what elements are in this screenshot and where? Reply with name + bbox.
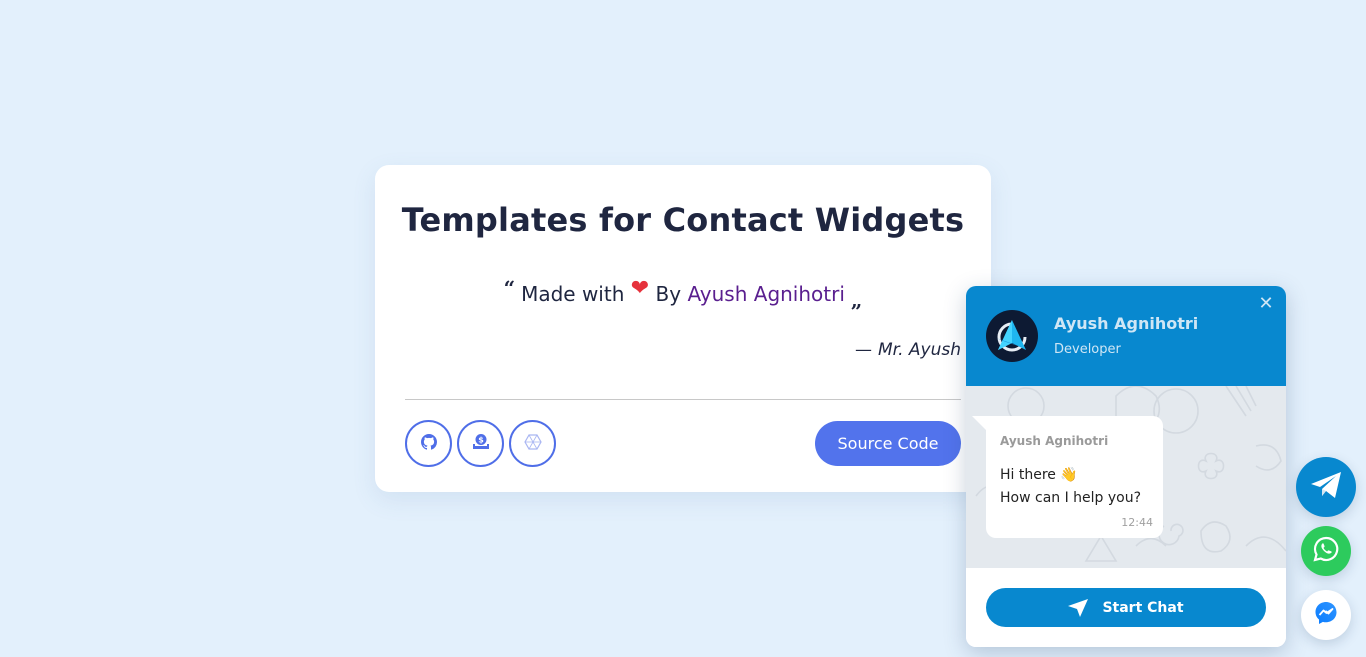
codepen-button[interactable] bbox=[509, 420, 556, 467]
messenger-icon bbox=[1313, 600, 1339, 630]
github-button[interactable] bbox=[405, 420, 452, 467]
em-dash: — bbox=[855, 340, 872, 360]
heart-icon: ❤ bbox=[630, 276, 650, 301]
messenger-button[interactable] bbox=[1301, 590, 1351, 640]
svg-text:$: $ bbox=[478, 435, 484, 444]
signature: — Mr. Ayush bbox=[855, 340, 961, 360]
logo-icon bbox=[996, 320, 1028, 352]
donate-button[interactable]: $ bbox=[457, 420, 504, 467]
chat-header: Ayush Agnihotri Developer ✕ bbox=[966, 286, 1286, 386]
contact-widgets-card: Templates for Contact Widgets “Made with… bbox=[375, 165, 991, 492]
message-line-1: Hi there 👋 bbox=[1000, 467, 1078, 483]
close-quote-icon: „ bbox=[850, 288, 863, 312]
message-line-2: How can I help you? bbox=[1000, 490, 1142, 506]
quote-prefix: Made with bbox=[521, 282, 625, 306]
message-time: 12:44 bbox=[1121, 516, 1153, 529]
donate-icon: $ bbox=[472, 433, 490, 455]
github-icon bbox=[420, 433, 437, 454]
author-link[interactable]: Ayush Agnihotri bbox=[687, 282, 844, 306]
telegram-button[interactable] bbox=[1296, 457, 1356, 517]
whatsapp-icon bbox=[1313, 536, 1339, 566]
message-text: Hi there 👋 How can I help you? bbox=[1000, 464, 1141, 510]
chat-widget: Ayush Agnihotri Developer ✕ Ayush Agniho… bbox=[966, 286, 1286, 647]
bubble-tail bbox=[972, 416, 986, 430]
chat-footer: Start Chat bbox=[966, 568, 1286, 647]
source-code-button[interactable]: Source Code bbox=[815, 421, 961, 466]
send-icon bbox=[1068, 598, 1089, 617]
start-chat-button[interactable]: Start Chat bbox=[986, 588, 1266, 627]
message-sender: Ayush Agnihotri bbox=[1000, 434, 1109, 448]
quote-line: “Made with ❤ By Ayush Agnihotri „ bbox=[375, 276, 991, 312]
chat-body: Ayush Agnihotri Hi there 👋 How can I hel… bbox=[966, 386, 1286, 568]
close-icon[interactable]: ✕ bbox=[1256, 294, 1276, 314]
start-chat-label: Start Chat bbox=[1102, 599, 1184, 616]
telegram-icon bbox=[1311, 472, 1341, 502]
chat-agent-role: Developer bbox=[1054, 342, 1121, 357]
hexagon-icon bbox=[523, 433, 542, 454]
chat-agent-name: Ayush Agnihotri bbox=[1054, 314, 1199, 333]
signature-name: Mr. Ayush bbox=[878, 340, 961, 360]
open-quote-icon: “ bbox=[503, 276, 516, 300]
avatar bbox=[986, 310, 1038, 362]
divider bbox=[405, 399, 961, 400]
page-title: Templates for Contact Widgets bbox=[401, 201, 965, 239]
chat-message-bubble: Ayush Agnihotri Hi there 👋 How can I hel… bbox=[972, 416, 1163, 538]
whatsapp-button[interactable] bbox=[1301, 526, 1351, 576]
quote-by: By bbox=[655, 282, 682, 306]
